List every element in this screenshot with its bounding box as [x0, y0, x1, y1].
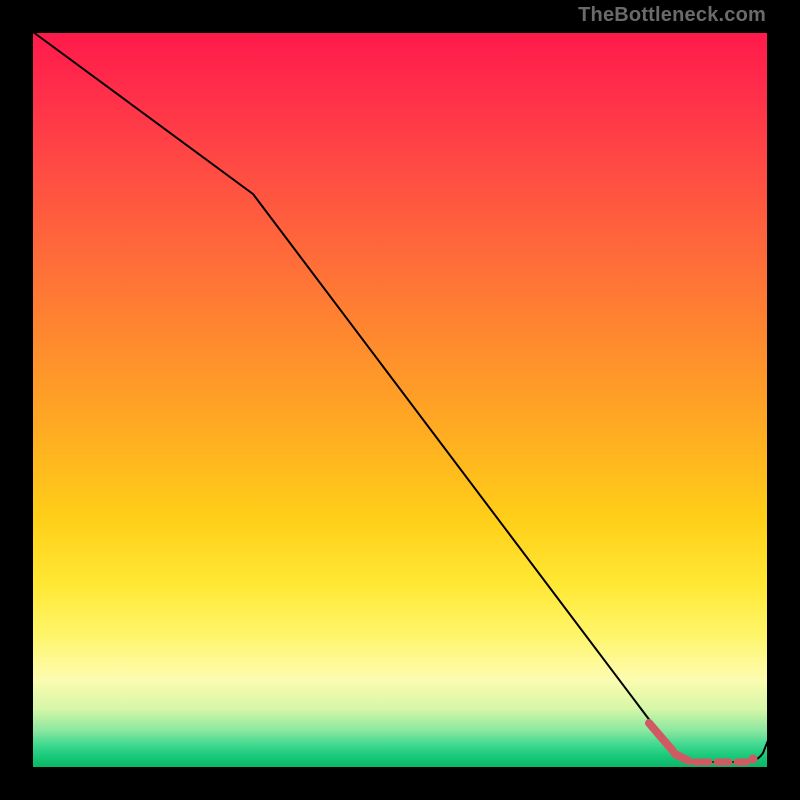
marker-dot [749, 755, 758, 764]
watermark-text: TheBottleneck.com [578, 4, 766, 27]
chart-svg [33, 33, 767, 767]
bottleneck-curve [29, 29, 771, 762]
marker-dash-group [649, 723, 758, 764]
marker-dash-seg [675, 754, 689, 761]
marker-dash-seg [649, 723, 673, 751]
